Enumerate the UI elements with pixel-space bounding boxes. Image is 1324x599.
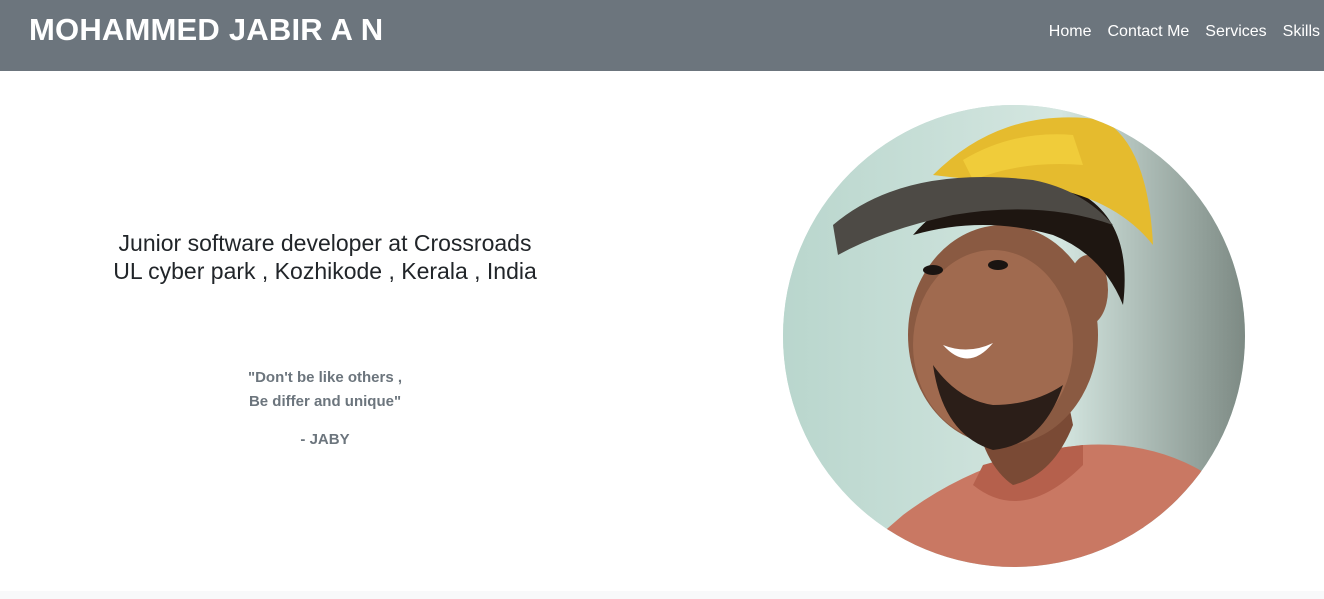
nav-link-contact[interactable]: Contact Me [1095, 22, 1193, 42]
nav-links: Home Contact Me Services Skills [1049, 22, 1324, 42]
quote-author: - JABY [300, 431, 350, 448]
brand-logo[interactable]: MOHAMMED JABIR A N [29, 10, 383, 50]
nav-link-services[interactable]: Services [1193, 22, 1270, 42]
profile-photo-illustration [783, 105, 1245, 567]
quote-line-1: "Don't be like others , [247, 369, 403, 386]
quote-line-2: Be differ and unique" [248, 393, 402, 410]
quote: "Don't be like others , Be differ and un… [175, 366, 475, 414]
profile-photo [783, 105, 1245, 567]
hero-line-location: UL cyber park , Kozhikode , Kerala , Ind… [113, 258, 537, 284]
nav-link-skills[interactable]: Skills [1271, 22, 1324, 42]
footer-strip [0, 591, 1324, 599]
hero-line-role: Junior software developer at Crossroads [118, 230, 532, 256]
navbar: MOHAMMED JABIR A N Home Contact Me Servi… [0, 0, 1324, 71]
nav-link-home[interactable]: Home [1049, 22, 1096, 42]
hero-headline: Junior software developer at Crossroads … [60, 229, 590, 285]
